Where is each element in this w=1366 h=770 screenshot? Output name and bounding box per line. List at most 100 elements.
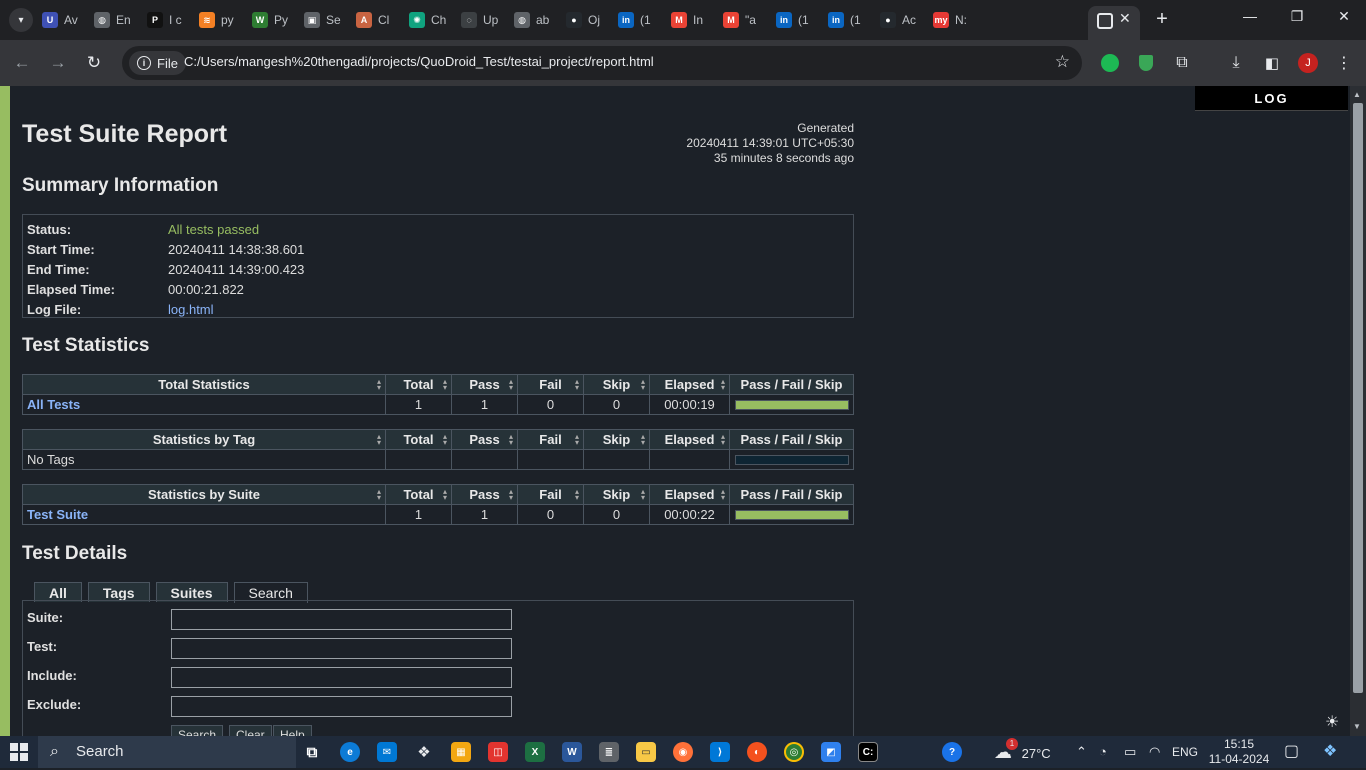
tray-app-icon[interactable]: ◔ — [1099, 736, 1107, 768]
side-panel-icon[interactable]: ◧ — [1261, 52, 1283, 74]
restore-icon[interactable]: ❐ — [1285, 8, 1309, 25]
col-header-pass[interactable]: Pass ▴ ▾ — [451, 484, 518, 505]
reload-icon[interactable]: ↻ — [82, 51, 106, 75]
col-header-fail[interactable]: Fail ▴ ▾ — [517, 429, 584, 450]
back-icon[interactable]: ← — [10, 51, 34, 75]
brightness-sun-icon[interactable]: ☀ — [1325, 712, 1339, 732]
tab-search-chevron-icon[interactable]: ▾ — [9, 8, 33, 32]
copilot-icon[interactable]: ❖ — [1323, 736, 1337, 768]
windows-start-icon[interactable] — [10, 743, 28, 761]
browser-tab[interactable]: in (1 — [618, 6, 664, 34]
col-header-total[interactable]: Total ▴ ▾ — [385, 374, 452, 395]
browser-tab[interactable]: ● Oj — [566, 6, 612, 34]
excel-icon[interactable]: X — [525, 742, 545, 762]
taskbar-search-box[interactable]: ⌕ Search — [38, 736, 296, 768]
tab-active[interactable]: ✕ — [1088, 6, 1140, 40]
exclude-input[interactable] — [171, 696, 512, 717]
edge-icon[interactable]: e — [340, 742, 360, 762]
bookmark-star-icon[interactable]: ☆ — [1055, 52, 1070, 72]
browser-tab[interactable]: PI c — [147, 6, 193, 34]
browser-tab[interactable]: M "a — [723, 6, 769, 34]
browser-tab[interactable]: ◌ Up — [461, 6, 507, 34]
tab-tags[interactable]: Tags — [87, 582, 150, 602]
help-button[interactable]: Help — [273, 725, 312, 736]
col-header-skip[interactable]: Skip ▴ ▾ — [583, 374, 650, 395]
browser-tab[interactable]: M In — [671, 6, 717, 34]
new-tab-button[interactable]: + — [1152, 8, 1172, 31]
browser-tab[interactable]: U Av — [42, 6, 88, 34]
word-icon[interactable]: W — [562, 742, 582, 762]
firefox-icon[interactable]: ◉ — [673, 742, 693, 762]
col-header-name[interactable]: Statistics by Tag ▴ ▾ — [22, 429, 386, 450]
site-info-chip[interactable]: i File — [129, 51, 186, 75]
page-scrollbar[interactable]: ▲ ▼ — [1350, 86, 1366, 736]
col-header-total[interactable]: Total ▴ ▾ — [385, 429, 452, 450]
col-header-elapsed[interactable]: Elapsed ▴ ▾ — [649, 374, 730, 395]
profile-avatar[interactable]: J — [1297, 52, 1319, 74]
col-header-skip[interactable]: Skip ▴ ▾ — [583, 429, 650, 450]
help-icon[interactable]: ? — [942, 742, 962, 762]
office-icon[interactable]: ◫ — [488, 742, 508, 762]
vscode-icon[interactable]: ⟩ — [710, 742, 730, 762]
scrollbar-thumb[interactable] — [1353, 103, 1363, 693]
col-header-total[interactable]: Total ▴ ▾ — [385, 484, 452, 505]
scroll-up-icon[interactable]: ▲ — [1353, 90, 1361, 99]
dropbox-icon[interactable]: ❖ — [414, 742, 434, 762]
browser-tab[interactable]: my N: — [933, 6, 979, 34]
test-input[interactable] — [171, 638, 512, 659]
tray-chevron-icon[interactable]: ⌃ — [1076, 736, 1087, 768]
extensions-puzzle-icon[interactable]: ⧉ — [1171, 52, 1193, 74]
browser-tab[interactable]: in (1 — [776, 6, 822, 34]
col-header-skip[interactable]: Skip ▴ ▾ — [583, 484, 650, 505]
app-circle-icon[interactable]: ◐ — [747, 742, 767, 762]
weather-widget[interactable]: ☁ 1 27°C — [994, 736, 1051, 768]
browser-tab[interactable]: ◍ ab — [514, 6, 560, 34]
browser-tab[interactable]: W Py — [252, 6, 298, 34]
close-window-icon[interactable]: ✕ — [1332, 8, 1356, 25]
photos-icon[interactable]: ◩ — [821, 742, 841, 762]
suite-input[interactable] — [171, 609, 512, 630]
browser-tab[interactable]: ✺ Ch — [409, 6, 455, 34]
browser-tab[interactable]: A Cl — [356, 6, 402, 34]
app-icon[interactable]: ≣ — [599, 742, 619, 762]
chrome-icon[interactable]: ◎ — [784, 742, 804, 762]
log-file-link[interactable]: log.html — [168, 302, 214, 317]
scroll-down-icon[interactable]: ▼ — [1353, 722, 1361, 731]
col-header-pass[interactable]: Pass ▴ ▾ — [451, 429, 518, 450]
close-tab-icon[interactable]: ✕ — [1119, 10, 1131, 27]
wifi-icon[interactable]: ◠ — [1149, 736, 1160, 768]
col-header-elapsed[interactable]: Elapsed ▴ ▾ — [649, 429, 730, 450]
browser-tab[interactable]: in (1 — [828, 6, 874, 34]
col-header-name[interactable]: Total Statistics ▴ ▾ — [22, 374, 386, 395]
include-input[interactable] — [171, 667, 512, 688]
col-header-fail[interactable]: Fail ▴ ▾ — [517, 484, 584, 505]
col-header-elapsed[interactable]: Elapsed ▴ ▾ — [649, 484, 730, 505]
address-bar[interactable]: i File C:/Users/mangesh%20thengadi/proje… — [122, 46, 1082, 80]
test-suite-link[interactable]: Test Suite — [27, 507, 88, 522]
task-view-icon[interactable]: ⧉ — [302, 742, 322, 762]
extension-green-icon[interactable] — [1099, 52, 1121, 74]
forward-icon[interactable]: → — [46, 51, 70, 75]
language-indicator[interactable]: ENG — [1172, 736, 1198, 768]
col-header-pass[interactable]: Pass ▴ ▾ — [451, 374, 518, 395]
col-header-name[interactable]: Statistics by Suite ▴ ▾ — [22, 484, 386, 505]
browser-tab[interactable]: ≋ py — [199, 6, 245, 34]
file-explorer-icon[interactable]: ▭ — [636, 742, 656, 762]
clear-button[interactable]: Clear — [229, 725, 272, 736]
tab-suites[interactable]: Suites — [155, 582, 228, 602]
download-icon[interactable]: ⤓ — [1225, 52, 1247, 74]
all-tests-link[interactable]: All Tests — [27, 397, 80, 412]
log-link-button[interactable]: LOG — [1195, 86, 1348, 111]
menu-kebab-icon[interactable]: ⋮ — [1333, 52, 1355, 74]
url-text[interactable]: C:/Users/mangesh%20thengadi/projects/Quo… — [184, 54, 654, 69]
col-header-fail[interactable]: Fail ▴ ▾ — [517, 374, 584, 395]
store-icon[interactable]: ▦ — [451, 742, 471, 762]
browser-tab[interactable]: ▣ Se — [304, 6, 350, 34]
browser-tab[interactable]: ● Ac — [880, 6, 926, 34]
minimize-icon[interactable]: — — [1238, 8, 1262, 24]
mail-icon[interactable]: ✉ — [377, 742, 397, 762]
terminal-icon[interactable]: C: — [858, 742, 878, 762]
battery-icon[interactable]: ▭ — [1124, 736, 1136, 768]
browser-tab[interactable]: ◍ En — [94, 6, 140, 34]
notification-icon[interactable]: ▢ — [1284, 736, 1299, 768]
